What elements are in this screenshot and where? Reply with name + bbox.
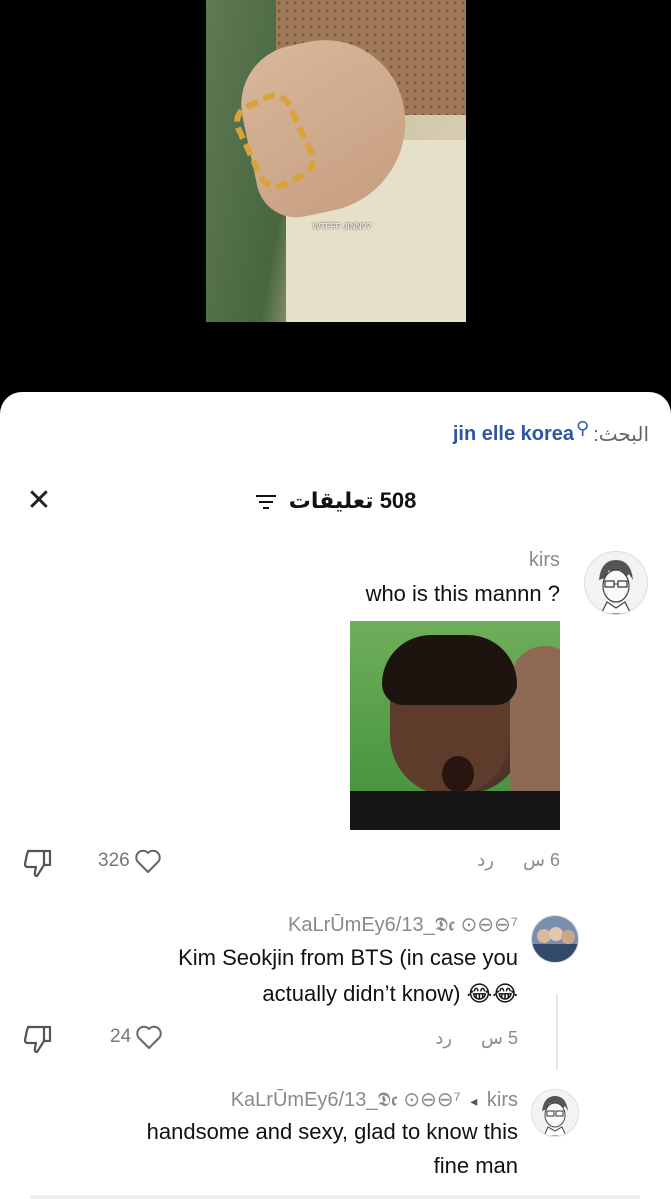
comment-text-line: actually didn’t know) 😂😂 [262, 981, 518, 1006]
search-suggestion[interactable]: البحث: ⚲ jin elle korea [453, 418, 649, 447]
thumbs-down-icon [23, 1025, 52, 1054]
thread-line [556, 994, 558, 1070]
comments-title: 508 تعليقات [0, 488, 671, 514]
image-mouth [442, 756, 474, 792]
comment-text-line: Kim Seokjin from BTS (in case you [178, 945, 518, 970]
heart-icon [136, 1025, 162, 1049]
comments-header: ✕ 508 تعليقات [0, 484, 671, 524]
search-prefix: البحث: [593, 424, 649, 446]
comment-text: who is this mannn ? [365, 581, 560, 606]
reply-button[interactable]: رد [477, 850, 494, 870]
video-frame[interactable]: WTFFF JINN?? [206, 0, 466, 322]
comment-username[interactable]: kirs [529, 549, 560, 572]
comment-meta: 6 س رد [477, 850, 560, 871]
comments-sheet: البحث: ⚲ jin elle korea ✕ 508 تعليقات ki… [0, 392, 671, 1199]
like-count: 24 [110, 1026, 132, 1047]
comment-text-line: handsome and sexy, glad to know this [146, 1119, 518, 1144]
comment-username[interactable]: KaLrŪmEy6/13_𝕯𝖈 ⊙⊖⊖⁷ [231, 1089, 461, 1111]
reply-to-username[interactable]: kirs [487, 1089, 518, 1111]
comment-time: 5 س [481, 1028, 518, 1048]
comment-meta: 5 س رد [435, 1028, 518, 1049]
comments-count-label: 508 تعليقات [288, 488, 417, 513]
like-button[interactable]: 326 [98, 848, 162, 874]
like-button[interactable]: 24 [110, 1024, 163, 1050]
reply-button[interactable]: رد [435, 1028, 452, 1048]
video-caption: WTFFF JINN?? [312, 222, 372, 231]
image-shirt [350, 791, 560, 830]
comment-text-line: fine man [433, 1153, 518, 1178]
avatar[interactable] [584, 551, 648, 615]
dislike-button[interactable] [22, 1024, 54, 1059]
input-bar-edge [30, 1195, 640, 1199]
filter-icon[interactable] [255, 494, 277, 510]
avatar[interactable] [531, 1089, 579, 1137]
avatar-illustration [532, 916, 578, 962]
comment-username-row: KaLrŪmEy6/13_𝕯𝖈 ⊙⊖⊖⁷ ◂ kirs [231, 1087, 518, 1112]
avatar[interactable] [531, 915, 579, 963]
thumbs-down-icon [23, 849, 52, 878]
comment-image[interactable] [350, 621, 560, 830]
avatar-illustration [585, 552, 647, 614]
reply-arrow-icon: ◂ [470, 1093, 478, 1109]
image-hair [382, 635, 517, 705]
search-query-link[interactable]: jin elle korea [453, 423, 574, 446]
like-count: 326 [98, 850, 130, 871]
dislike-button[interactable] [22, 848, 54, 883]
comment-time: 6 س [523, 850, 560, 870]
comment-username[interactable]: KaLrŪmEy6/13_𝕯𝖈 ⊙⊖⊖⁷ [288, 912, 518, 937]
search-icon: ⚲ [576, 418, 590, 438]
heart-icon [135, 849, 161, 873]
avatar-illustration [532, 1090, 578, 1136]
video-player[interactable]: WTFFF JINN?? [0, 0, 671, 400]
